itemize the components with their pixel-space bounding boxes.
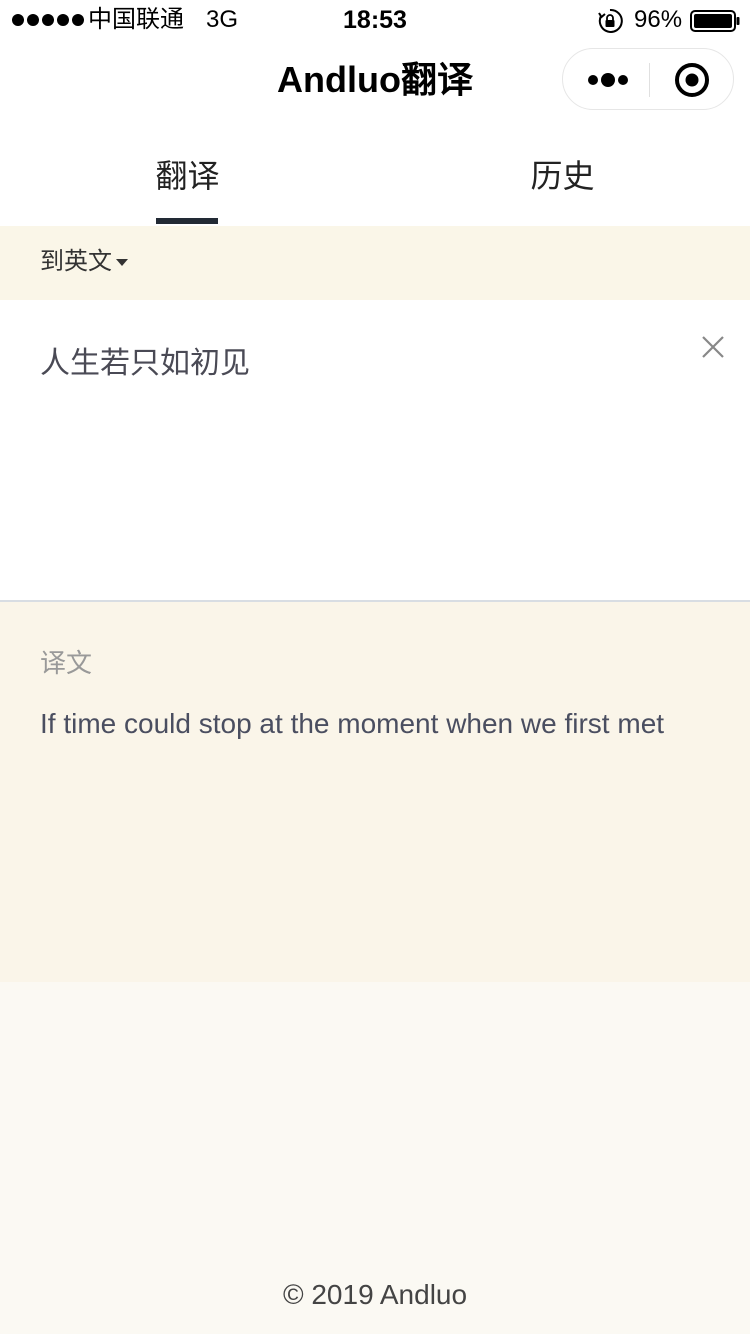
active-tab-indicator [156, 218, 218, 224]
page-bottom: © 2019 Andluo [0, 982, 750, 1334]
nav-bar: Andluo翻译 [0, 40, 750, 128]
clear-icon[interactable] [698, 332, 728, 362]
target-language-label: 到英文 [40, 248, 112, 275]
language-bar: 到英文 [0, 226, 750, 300]
tab-translate[interactable]: 翻译 [0, 128, 375, 226]
status-bar: 中国联通 3G 18:53 96% [0, 0, 750, 40]
translation-result-text: If time could stop at the moment when we… [40, 708, 665, 739]
rotation-lock-icon [598, 8, 623, 33]
tab-history-label: 历史 [530, 158, 595, 194]
translation-result-area: 译文 If time could stop at the moment when… [0, 602, 750, 982]
tab-history[interactable]: 历史 [375, 128, 750, 226]
battery-percent: 96% [634, 6, 683, 33]
tab-translate-label: 翻译 [155, 158, 220, 194]
more-options-icon[interactable] [563, 49, 649, 109]
tab-bar: 翻译 历史 [0, 128, 750, 226]
source-text-input[interactable]: 人生若只如初见 [40, 344, 660, 384]
close-mini-program-icon[interactable] [650, 49, 734, 109]
source-input-area: 人生若只如初见 [0, 300, 750, 602]
caret-down-icon [116, 258, 128, 266]
copyright-footer: © 2019 Andluo [282, 1279, 468, 1310]
battery-icon [690, 10, 740, 32]
target-language-select[interactable]: 到英文 [40, 244, 128, 280]
result-label: 译文 [40, 648, 93, 678]
mini-program-capsule [562, 48, 734, 110]
